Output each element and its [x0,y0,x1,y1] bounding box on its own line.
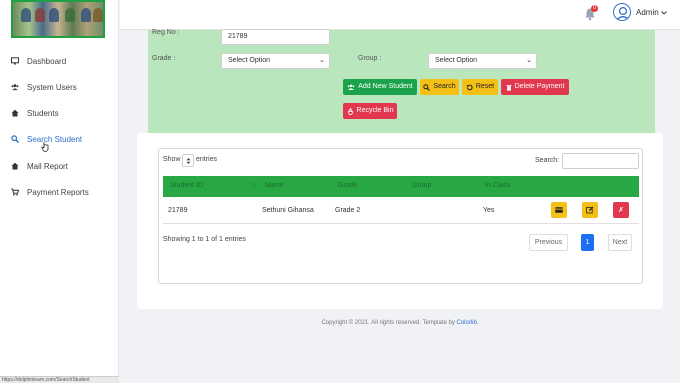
search-button[interactable]: Search [420,79,459,95]
cell-student-id: 21789 [168,207,188,214]
sidebar-item-label: Search Student [27,134,83,144]
cell-in-class: Yes [483,207,495,214]
avatar[interactable] [613,3,631,21]
group-select-value: Select Option [435,57,478,64]
group-label: Group : [358,55,382,62]
cell-name: Sethuni Gihansa [262,207,314,214]
edit-icon [586,206,594,214]
sidebar-item-label: Students [27,108,59,118]
table-header [163,176,639,197]
notification-badge: 0 [591,5,598,12]
sort-icon: ⇅ [251,183,257,189]
footer-text: Copyright © 2021. All rights reserved. T… [321,320,455,326]
user-menu[interactable]: Admin [636,8,667,17]
sidebar-item-mail-report[interactable]: Mail Report [11,159,68,173]
users-icon [347,84,355,90]
show-label: Show [163,156,181,163]
home-icon [11,109,19,117]
mouse-cursor-icon [41,142,49,152]
sidebar-item-payment-reports[interactable]: Payment Reports [11,185,89,199]
chevron-down-icon [660,10,667,15]
column-header-student-id[interactable]: Student ID [170,182,203,189]
users-icon [11,83,19,91]
reg-no-input[interactable]: 21789 [221,29,330,45]
sidebar-item-label: Mail Report [27,161,68,171]
footer-link[interactable]: Colorlib. [457,320,479,326]
browser-status-url: https://dolphinlearn.com/SearchStudent [0,376,119,383]
column-header-name[interactable]: Name [265,182,284,189]
column-header-grade[interactable]: Grade [338,182,357,189]
sidebar: Dashboard System Users Students Search S… [0,0,119,383]
add-new-student-button[interactable]: Add New Student [343,79,417,95]
sidebar-item-students[interactable]: Students [11,106,59,120]
cell-grade: Grade 2 [335,207,361,214]
home-icon [11,162,19,170]
delete-payment-button[interactable]: Delete Payment [501,79,569,95]
recycle-bin-button[interactable]: Recycle Bin [343,103,397,119]
chevron-down-icon: ⌄ [319,57,325,64]
entries-length-select[interactable] [182,154,194,167]
cart-icon [11,188,19,196]
user-icon [616,6,630,20]
credit-card-icon [555,207,563,213]
grade-label: Grade : [152,55,176,62]
reset-button[interactable]: Reset [462,79,498,95]
table-search-label: Search: [535,157,560,164]
sidebar-item-label: Dashboard [27,56,67,66]
chevron-down-icon: ⌄ [526,57,532,64]
row-divider [163,223,639,224]
undo-icon [466,84,473,90]
reg-no-label: Reg No : [152,29,180,36]
group-select[interactable]: Select Option ⌄ [428,53,537,69]
column-header-in-class[interactable]: In Class [485,182,510,189]
trash-icon [506,84,512,91]
edit-button[interactable] [582,202,598,218]
grade-select-value: Select Option [228,57,271,64]
footer: Copyright © 2021. All rights reserved. T… [120,320,680,326]
monitor-icon [11,57,19,65]
table-search-input[interactable] [562,153,639,169]
notification-bell[interactable]: 0 [584,5,598,21]
table-info: Showing 1 to 1 of 1 entries [163,236,246,243]
sidebar-item-label: System Users [27,82,77,92]
grade-select[interactable]: Select Option ⌄ [221,53,330,69]
entries-label: entries [196,156,218,163]
search-icon [423,83,431,91]
sidebar-item-dashboard[interactable]: Dashboard [11,54,66,68]
pagination-previous[interactable]: Previous [529,234,568,251]
delete-button[interactable]: ✗ [613,202,629,218]
user-name: Admin [636,8,659,17]
sidebar-item-label: Payment Reports [27,187,89,197]
sort-icon [186,158,191,164]
close-icon: ✗ [618,207,624,214]
pagination-next[interactable]: Next [608,234,632,251]
column-header-group[interactable]: Group [412,182,431,189]
search-icon [11,135,19,143]
pagination-page-1[interactable]: 1 [581,234,594,251]
school-logo-image[interactable] [11,0,105,38]
sidebar-item-system-users[interactable]: System Users [11,80,77,94]
view-payment-button[interactable] [551,202,567,218]
top-navbar: 0 Admin [120,0,680,30]
recycle-icon [347,107,353,115]
